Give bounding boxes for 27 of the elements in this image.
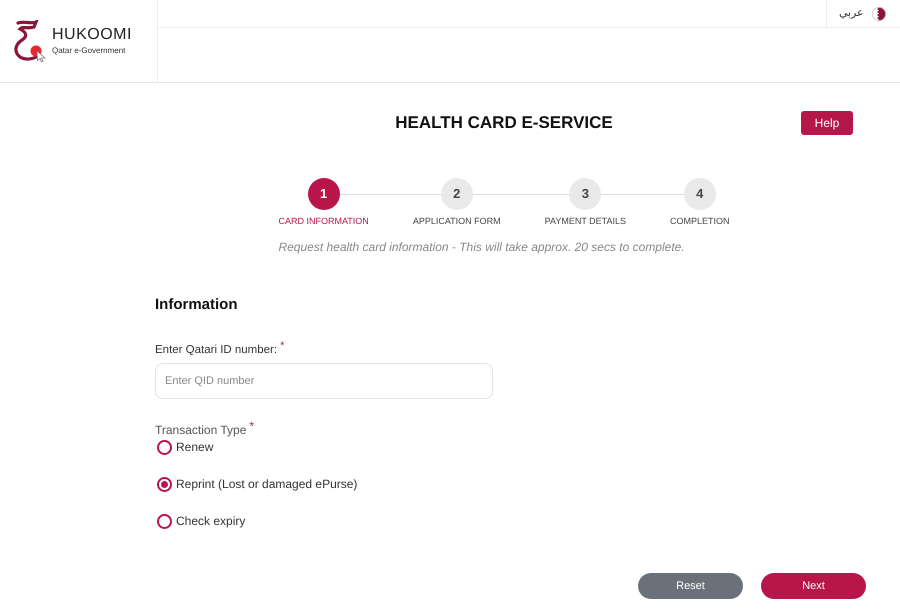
flag-icon: [872, 6, 886, 20]
next-button[interactable]: Next: [761, 573, 866, 599]
radio-option[interactable]: Check expiry: [155, 513, 246, 529]
required-asterisk: *: [280, 341, 284, 352]
help-button[interactable]: Help: [801, 110, 853, 135]
transaction-type-label: Transaction Type: [155, 422, 246, 438]
section-title: Information: [155, 296, 238, 314]
radio-option[interactable]: Renew: [155, 439, 214, 455]
step-number: 1: [308, 178, 340, 210]
qid-input[interactable]: Enter QID number: [155, 363, 493, 399]
logo-subtitle: Qatar e-Government: [52, 46, 126, 56]
reset-button[interactable]: Reset: [638, 573, 743, 599]
qid-label: Enter Qatari ID number:: [155, 344, 278, 357]
step-number: 4: [684, 178, 716, 210]
radio-option[interactable]: Reprint (Lost or damaged ePurse): [155, 476, 358, 492]
step-label: COMPLETION: [670, 215, 730, 227]
step-label: CARD INFORMATION: [278, 215, 369, 227]
language-link[interactable]: عربي: [839, 5, 886, 22]
step-number: 2: [440, 178, 473, 210]
page-title: HEALTH CARD E-SERVICE: [395, 112, 613, 134]
required-asterisk: *: [249, 420, 254, 432]
logo-title: HUKOOMI: [52, 26, 132, 44]
step-label: PAYMENT DETAILS: [544, 215, 626, 227]
calligraphy-logo-icon: [12, 20, 46, 62]
step-hint: Request health card information - This will take approx. 20 secs to complete.: [278, 239, 685, 255]
step-number: 3: [569, 178, 602, 210]
step-label: APPLICATION FORM: [412, 215, 501, 227]
